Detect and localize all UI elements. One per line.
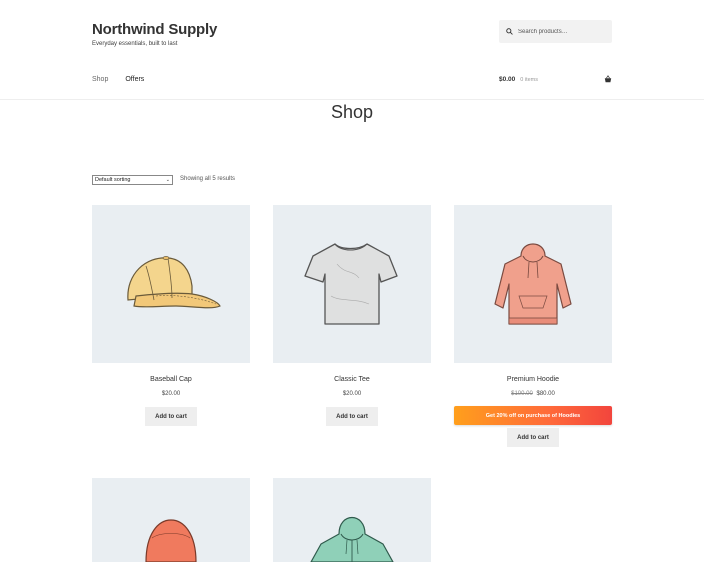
product-image-classic-tee[interactable] — [273, 205, 431, 363]
t-shirt-image — [304, 243, 398, 325]
cart-count: 0 items — [520, 76, 539, 83]
product-name[interactable]: Baseball Cap — [92, 376, 250, 383]
beanie-image — [145, 519, 197, 562]
page-title: Shop — [330, 102, 374, 122]
product-image-baseball-cap[interactable] — [92, 205, 250, 363]
add-to-cart-button[interactable]: Add to cart — [507, 428, 559, 447]
product-image-premium-hoodie[interactable] — [454, 205, 612, 363]
site-tagline: Everyday essentials, built to last — [92, 41, 178, 47]
sale-price: $80.00 — [536, 391, 555, 397]
result-count: Showing all 5 results — [180, 176, 236, 182]
zip-hoodie-image — [310, 517, 394, 562]
search-box[interactable] — [499, 20, 612, 43]
search-icon — [506, 28, 513, 35]
product-price: $20.00 — [342, 391, 362, 397]
product-price: $100.00 $80.00 — [454, 391, 612, 397]
sort-select[interactable]: Default sorting ⌄ — [92, 175, 173, 185]
chevron-down-icon: ⌄ — [165, 177, 170, 183]
add-to-cart-button[interactable]: Add to cart — [326, 407, 378, 426]
primary-nav: Shop Offers — [92, 76, 161, 83]
baseball-cap-image — [127, 256, 221, 309]
cart-amount: $0.00 — [499, 76, 516, 83]
product-price: $20.00 — [161, 391, 181, 397]
nav-item-shop[interactable]: Shop — [92, 76, 108, 83]
product-name[interactable]: Classic Tee — [273, 376, 431, 383]
product-image-beanie[interactable] — [92, 478, 250, 562]
sort-select-value: Default sorting — [95, 177, 131, 183]
site-title[interactable]: Northwind Supply — [92, 21, 217, 38]
cart-link[interactable]: $0.00 0 items — [499, 75, 612, 83]
promo-banner[interactable]: Get 20% off on purchase of Hoodies — [454, 406, 612, 425]
old-price: $100.00 — [511, 391, 533, 397]
hoodie-image — [494, 243, 572, 325]
search-input[interactable] — [518, 28, 608, 35]
nav-item-offers[interactable]: Offers — [125, 76, 144, 83]
header-divider — [0, 99, 704, 100]
add-to-cart-button[interactable]: Add to cart — [145, 407, 197, 426]
product-name[interactable]: Premium Hoodie — [454, 376, 612, 383]
basket-icon — [604, 75, 612, 83]
product-image-zip-hoodie[interactable] — [273, 478, 431, 562]
